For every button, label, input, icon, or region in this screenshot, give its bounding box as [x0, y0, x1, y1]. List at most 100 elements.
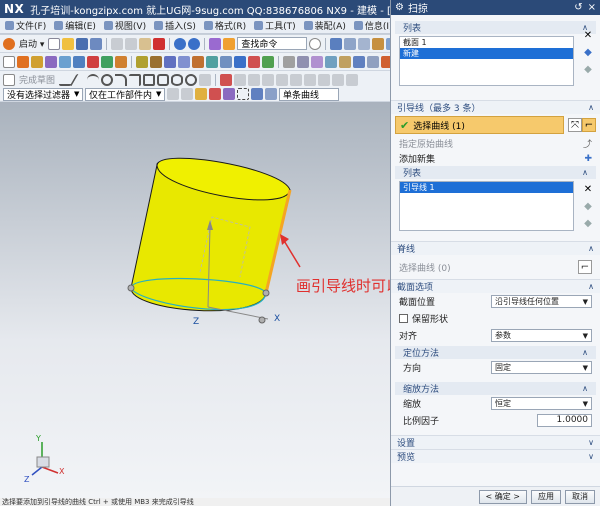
apply-button[interactable]: 应用 [531, 489, 561, 504]
view-icon[interactable] [358, 37, 371, 50]
layout-icon[interactable] [344, 37, 357, 50]
graphics-viewport[interactable]: Z X Y X Z [0, 102, 390, 500]
paste-icon[interactable] [139, 37, 152, 50]
arc-icon[interactable] [87, 73, 100, 86]
groove-icon[interactable] [115, 55, 127, 68]
hole-icon[interactable] [45, 55, 57, 68]
scaling-header[interactable]: 缩放方法 ∧ [395, 382, 596, 395]
curve-select-icon[interactable]: ⌐ [578, 260, 592, 274]
vertex-point[interactable] [258, 316, 266, 324]
vertex-point[interactable] [127, 284, 135, 292]
pick-icon[interactable] [181, 88, 193, 100]
datum-csys-icon[interactable] [381, 55, 390, 68]
scale-factor-input[interactable]: 1.0000 [537, 414, 592, 427]
trim-icon[interactable] [220, 73, 233, 86]
extend-icon[interactable] [234, 73, 247, 86]
undo-icon[interactable] [174, 37, 187, 50]
pad-icon[interactable] [87, 55, 99, 68]
selection-icon[interactable] [223, 37, 236, 50]
orientation-header[interactable]: 定位方法 ∧ [395, 346, 596, 359]
render-icon[interactable] [251, 88, 263, 100]
profile-icon[interactable] [59, 74, 72, 86]
rectangle-icon[interactable] [143, 73, 156, 86]
curve-rule-select[interactable]: 单条曲线 [279, 87, 339, 101]
edge-blend-icon[interactable] [136, 55, 148, 68]
menu-item-1[interactable]: 编辑(E) [51, 19, 99, 32]
select-all-icon[interactable] [209, 88, 221, 100]
list-item[interactable]: 引导线 1 [400, 182, 573, 193]
constraint-icon[interactable] [304, 73, 317, 86]
slot-icon[interactable] [101, 55, 113, 68]
model-canvas[interactable]: Z X Y X Z [0, 102, 390, 500]
point-icon[interactable] [185, 73, 198, 86]
extrude-icon[interactable] [17, 55, 29, 68]
snap-icon[interactable] [167, 88, 179, 100]
dimension-icon[interactable] [318, 73, 331, 86]
section-listbox[interactable]: 截面 1 新建 [399, 36, 574, 86]
spine-section-header[interactable]: 脊线 ∧ [391, 241, 600, 255]
list-item[interactable]: 新建 [400, 48, 573, 59]
circle-icon[interactable] [101, 73, 114, 86]
sketch-icon[interactable] [3, 73, 15, 86]
guide-list-header[interactable]: 列表 ∧ [395, 166, 596, 179]
mirror-feature-icon[interactable] [220, 55, 232, 68]
boss-icon[interactable] [59, 55, 71, 68]
orientation-select[interactable]: 固定 ▼ [491, 361, 592, 374]
ellipse-icon[interactable] [171, 73, 184, 86]
open-file-icon[interactable] [62, 37, 75, 50]
vertex-point[interactable] [262, 289, 270, 297]
selection-scope-select[interactable]: 仅在工作部件内 ▼ [85, 87, 165, 101]
section-options-header[interactable]: 截面选项 ∧ [391, 279, 600, 293]
extract-icon[interactable] [339, 55, 351, 68]
unite-icon[interactable] [234, 55, 246, 68]
auto-constrain-icon[interactable] [346, 73, 359, 86]
section-position-select[interactable]: 沿引导线任何位置 ▼ [491, 295, 592, 308]
reverse-direction-icon[interactable]: ⤧ [568, 118, 582, 132]
datum-axis-icon[interactable] [367, 55, 379, 68]
split-body-icon[interactable] [297, 55, 309, 68]
menu-item-0[interactable]: 文件(F) [2, 19, 49, 32]
line-icon[interactable] [69, 73, 89, 86]
preview-header[interactable]: 预览 ∨ [391, 449, 600, 463]
move-up-icon[interactable]: ◆ [581, 45, 595, 59]
menu-item-7[interactable]: 信息(I) [351, 19, 396, 32]
datum-plane-icon[interactable] [353, 55, 365, 68]
origin-curve-icon[interactable]: ⤴ [583, 137, 592, 150]
trim-body-icon[interactable] [283, 55, 295, 68]
intersect-icon[interactable] [262, 55, 274, 68]
box-select-icon[interactable] [237, 88, 249, 100]
repeat-command-icon[interactable] [209, 37, 222, 50]
remove-icon[interactable]: ✕ [581, 28, 595, 42]
deselect-icon[interactable] [223, 88, 235, 100]
offset-icon[interactable] [262, 73, 275, 86]
cut-icon[interactable] [111, 37, 124, 50]
cancel-button[interactable]: 取消 [565, 489, 595, 504]
filter-icon[interactable] [195, 88, 207, 100]
guide-listbox[interactable]: 引导线 1 [399, 181, 574, 231]
offset-face-icon[interactable] [311, 55, 323, 68]
draft-icon[interactable] [178, 55, 190, 68]
remove-icon[interactable]: ✕ [581, 182, 595, 196]
copy-icon[interactable] [125, 37, 138, 50]
close-icon[interactable]: × [588, 2, 596, 13]
chamfer-icon[interactable] [129, 73, 142, 86]
search-icon[interactable] [309, 37, 322, 50]
section-list-header[interactable]: 列表 ∧ [395, 21, 596, 34]
save-icon[interactable] [76, 37, 89, 50]
finish-sketch-button[interactable]: 完成草图 [17, 73, 57, 86]
shade-icon[interactable] [265, 88, 277, 100]
fillet-icon[interactable] [115, 73, 128, 86]
reset-icon[interactable]: ↺ [574, 2, 582, 13]
list-item[interactable]: 截面 1 [400, 37, 573, 48]
tools-icon[interactable] [372, 37, 385, 50]
menu-item-5[interactable]: 工具(T) [251, 19, 299, 32]
menu-item-6[interactable]: 装配(A) [301, 19, 349, 32]
corner-icon[interactable] [248, 73, 261, 86]
spine-select-curve[interactable]: 选择曲线 (0) [399, 261, 451, 274]
pattern-feature-icon[interactable] [206, 55, 218, 68]
shell-icon[interactable] [164, 55, 176, 68]
pocket-icon[interactable] [73, 55, 85, 68]
window-icon[interactable] [330, 37, 343, 50]
guide-select-curve[interactable]: ✔ 选择曲线 (1) [395, 116, 564, 134]
chamfer-feature-icon[interactable] [150, 55, 162, 68]
